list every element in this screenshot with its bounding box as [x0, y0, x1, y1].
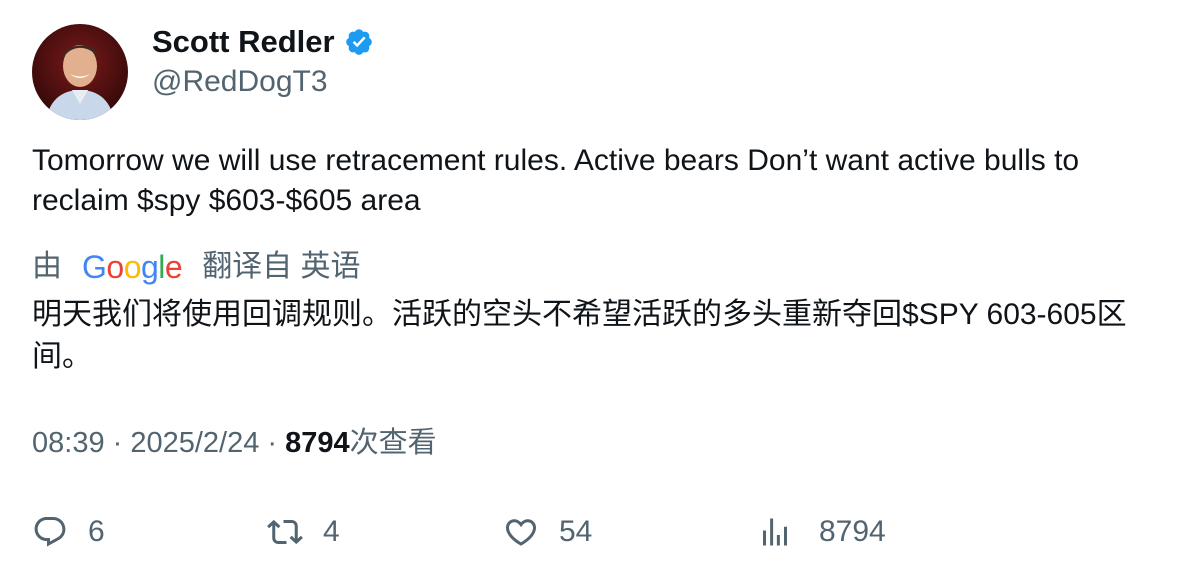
meta-separator: ·: [259, 427, 286, 459]
google-logo: Google: [82, 249, 183, 285]
translation-attribution: 由 Google 翻译自 英语: [32, 246, 361, 288]
views-action-count: 8794: [819, 515, 886, 548]
reply-count: 6: [88, 515, 105, 548]
analytics-icon: [763, 518, 787, 546]
author-display-name[interactable]: Scott Redler: [152, 22, 374, 62]
translation-suffix[interactable]: 翻译自 英语: [202, 246, 360, 288]
meta-separator: ·: [104, 427, 131, 459]
retweet-button[interactable]: 4: [267, 510, 340, 554]
verified-badge-icon: [344, 27, 374, 57]
views-count: 8794: [285, 427, 350, 459]
views-label: 次查看: [349, 427, 437, 459]
like-count: 54: [559, 515, 593, 548]
tweet-meta: 08:39 · 2025/2/24 · 8794次查看: [32, 423, 437, 463]
tweet-time[interactable]: 08:39: [32, 427, 105, 459]
avatar[interactable]: [32, 24, 128, 120]
tweet-date[interactable]: 2025/2/24: [130, 427, 259, 459]
views-button[interactable]: 8794: [757, 510, 886, 554]
author-handle[interactable]: @RedDogT3: [152, 62, 328, 102]
retweet-icon: [267, 519, 303, 545]
like-button[interactable]: 54: [503, 510, 592, 554]
reply-button[interactable]: 6: [32, 510, 105, 554]
heart-icon: [505, 519, 537, 546]
translated-text: 明天我们将使用回调规则。活跃的空头不希望活跃的多头重新夺回$SPY 603-60…: [32, 298, 1127, 373]
tweet-text: Tomorrow we will use retracement rules. …: [32, 144, 1080, 217]
reply-icon: [34, 517, 66, 547]
retweet-count: 4: [323, 515, 340, 548]
translation-prefix: 由: [32, 250, 62, 283]
avatar-image: [32, 24, 128, 120]
author-name-text[interactable]: Scott Redler: [152, 22, 335, 62]
